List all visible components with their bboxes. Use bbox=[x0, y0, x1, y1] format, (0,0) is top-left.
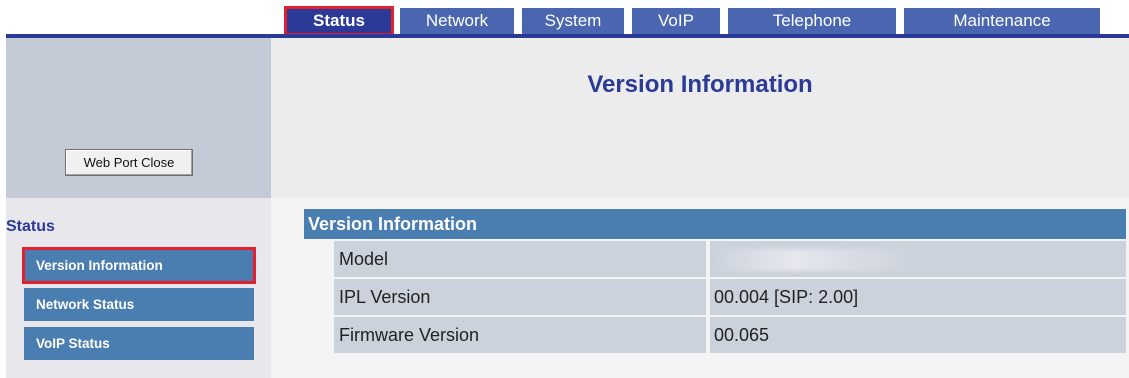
content-title-panel: Version Information bbox=[271, 38, 1129, 198]
row-value: 00.004 [SIP: 2.00] bbox=[710, 279, 1126, 315]
row-value: 00.065 bbox=[710, 317, 1126, 353]
row-label: Firmware Version bbox=[334, 317, 706, 353]
table-row-firmware-version: Firmware Version 00.065 bbox=[304, 317, 1126, 353]
table-header: Version Information bbox=[304, 209, 1126, 239]
row-label: IPL Version bbox=[334, 279, 706, 315]
table-row-ipl-version: IPL Version 00.004 [SIP: 2.00] bbox=[304, 279, 1126, 315]
tab-voip[interactable]: VoIP bbox=[632, 8, 720, 34]
tab-status[interactable]: Status bbox=[284, 6, 394, 36]
sidebar-item-version-information[interactable]: Version Information bbox=[22, 247, 256, 284]
sidebar-top-panel: Web Port Close bbox=[6, 38, 271, 198]
sidebar-item-network-status[interactable]: Network Status bbox=[24, 288, 254, 321]
page-title: Version Information bbox=[587, 71, 813, 98]
row-label: Model bbox=[334, 241, 706, 277]
table-row-model: Model bbox=[304, 241, 1126, 277]
tab-network[interactable]: Network bbox=[400, 8, 514, 34]
version-info-table: Version Information Model IPL Version 00… bbox=[304, 209, 1126, 353]
web-port-close-button[interactable]: Web Port Close bbox=[65, 149, 193, 176]
tab-system[interactable]: System bbox=[522, 8, 624, 34]
sidebar-section-heading: Status bbox=[6, 218, 55, 235]
sidebar: Web Port Close Status Version Informatio… bbox=[6, 38, 271, 378]
sidebar-item-voip-status[interactable]: VoIP Status bbox=[24, 327, 254, 360]
row-value-redacted bbox=[710, 241, 1126, 277]
redacted-model-value bbox=[714, 249, 914, 272]
tab-telephone[interactable]: Telephone bbox=[728, 8, 896, 34]
tab-maintenance[interactable]: Maintenance bbox=[904, 8, 1100, 34]
